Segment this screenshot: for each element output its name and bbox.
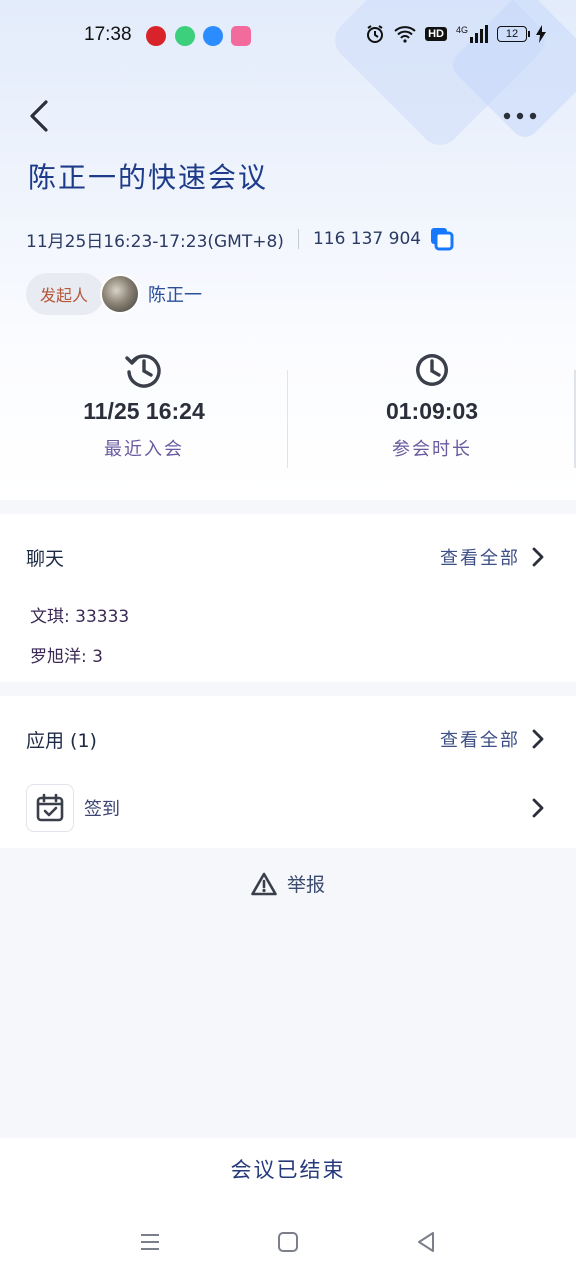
video-app-icon	[175, 26, 195, 46]
browser-app-icon	[203, 26, 223, 46]
hd-badge: HD	[425, 27, 447, 41]
app-item-checkin[interactable]: 签到	[26, 784, 546, 832]
avatar[interactable]	[100, 274, 141, 314]
report-label: 举报	[286, 874, 325, 896]
app-notification-icon	[146, 26, 166, 46]
clock-icon	[416, 354, 448, 386]
app-name: 签到	[84, 799, 120, 820]
copy-icon[interactable]	[429, 226, 455, 252]
meeting-meta: 11月25日16:23-17:23(GMT+8) 116 137 904	[26, 226, 455, 252]
organizer-row: 发起人 陈正一	[26, 273, 202, 315]
organizer-label: 发起人	[40, 286, 89, 305]
battery-icon: 12	[497, 26, 530, 42]
stat-duration: 01:09:03 参会时长	[288, 350, 576, 461]
chevron-right-icon	[532, 798, 544, 818]
stat-value: 11/25 16:24	[83, 398, 205, 424]
view-all-label: 查看全部	[440, 548, 520, 569]
back-button[interactable]	[24, 96, 56, 136]
signal-icon: 4G	[456, 25, 488, 43]
organizer-name: 陈正一	[148, 285, 203, 306]
status-bar: 17:38 HD 4G 12	[0, 0, 576, 72]
apps-view-all-link[interactable]: 查看全部	[440, 726, 546, 752]
chat-title: 聊天	[26, 547, 65, 570]
chat-message: 罗旭洋: 3	[30, 647, 103, 667]
apps-card-header: 应用 (1) 查看全部	[26, 724, 546, 754]
alarm-icon	[367, 25, 384, 43]
menu-nav-icon[interactable]	[138, 1230, 162, 1254]
status-time: 17:38	[84, 24, 132, 45]
warning-icon	[251, 872, 277, 895]
calendar-check-icon	[36, 793, 64, 822]
stat-label: 参会时长	[392, 439, 472, 460]
stat-label: 最近入会	[104, 439, 184, 460]
chevron-right-icon	[532, 729, 544, 749]
meta-divider	[297, 229, 299, 249]
apps-card: 应用 (1) 查看全部 签到	[0, 696, 576, 848]
wifi-icon	[394, 26, 416, 43]
chat-message: 文琪: 33333	[30, 607, 130, 627]
meeting-ended-label: 会议已结束	[230, 1158, 346, 1182]
cat-app-icon	[231, 26, 251, 46]
chat-card: 聊天 查看全部 文琪: 33333 罗旭洋: 3	[0, 514, 576, 682]
home-nav-icon[interactable]	[276, 1230, 300, 1254]
chat-view-all-link[interactable]: 查看全部	[440, 544, 546, 570]
app-tile	[26, 784, 74, 832]
meeting-title: 陈正一的快速会议	[28, 161, 269, 194]
stat-value: 01:09:03	[385, 398, 479, 424]
back-nav-icon[interactable]	[414, 1230, 438, 1254]
chat-card-header: 聊天 查看全部	[26, 542, 546, 572]
view-all-label: 查看全部	[440, 730, 520, 751]
stat-last-join: 11/25 16:24 最近入会	[0, 350, 288, 461]
meeting-stats: 11/25 16:24 最近入会 01:09:03 参会时长	[0, 350, 576, 480]
chevron-right-icon	[532, 547, 544, 567]
history-clock-icon	[125, 354, 161, 388]
bottom-bar: 会议已结束	[0, 1138, 576, 1280]
meeting-time-range: 11月25日16:23-17:23(GMT+8)	[26, 231, 284, 252]
more-options-button[interactable]	[500, 106, 540, 126]
meeting-id: 116 137 904	[312, 229, 422, 249]
charging-icon	[536, 25, 546, 43]
apps-title: 应用 (1)	[26, 729, 97, 752]
organizer-label-pill: 发起人	[26, 273, 105, 315]
report-button[interactable]: 举报	[0, 870, 576, 897]
